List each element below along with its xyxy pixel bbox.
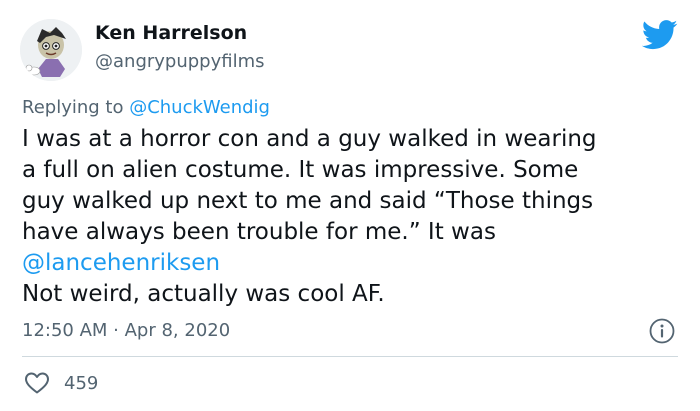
author-handle[interactable]: @angrypuppyfilms — [95, 51, 265, 72]
tweet-text-line: guy walked up next to me and said “Those… — [22, 188, 594, 214]
tweet-text-line: have always been trouble for me.” It was — [22, 219, 496, 245]
reply-mention-link[interactable]: @ChuckWendig — [129, 97, 270, 118]
divider — [22, 356, 678, 357]
tweet-mention-link[interactable]: @lancehenriksen — [22, 250, 220, 276]
info-icon[interactable] — [649, 318, 675, 344]
twitter-bird-icon[interactable] — [641, 20, 679, 50]
tweet-timestamp[interactable]: 12:50 AM · Apr 8, 2020 — [22, 320, 230, 341]
tweet-text-line: I was at a horror con and a guy walked i… — [22, 126, 597, 152]
heart-icon — [25, 372, 49, 394]
avatar-cartoon-image — [20, 19, 82, 81]
tweet-text-line: a full on alien costume. It was impressi… — [22, 157, 579, 183]
author-name[interactable]: Ken Harrelson — [95, 22, 247, 44]
replying-to: Replying to @ChuckWendig — [22, 97, 270, 118]
tweet-text-line: Not weird, actually was cool AF. — [22, 281, 385, 307]
avatar[interactable] — [20, 19, 82, 81]
like-count: 459 — [64, 372, 99, 394]
tweet-text: I was at a horror con and a guy walked i… — [22, 124, 687, 310]
replying-to-label: Replying to — [22, 97, 130, 118]
like-button[interactable]: 459 — [24, 370, 98, 396]
